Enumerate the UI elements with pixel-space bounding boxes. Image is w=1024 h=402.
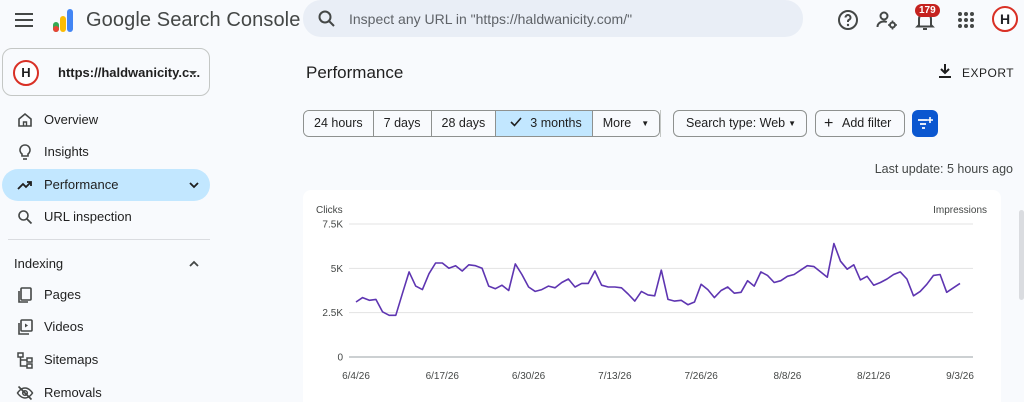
y-axis-label: Clicks <box>316 205 343 216</box>
video-icon <box>18 319 33 335</box>
plus-icon: + <box>824 115 834 132</box>
range-24-hours-button[interactable]: 24 hours <box>304 111 374 136</box>
range-more-button[interactable]: More ▼ <box>592 111 660 136</box>
y-tick-label: 2.5K <box>322 308 343 319</box>
sidebar-item-label: URL inspection <box>44 209 132 224</box>
user-settings-icon[interactable] <box>875 8 899 32</box>
x-tick-label: 7/13/26 <box>598 371 632 382</box>
filter-options-button[interactable] <box>912 110 938 137</box>
sidebar-item-label: Performance <box>44 177 119 192</box>
x-tick-label: 8/21/26 <box>857 371 891 382</box>
sidebar-item-insights[interactable]: Insights <box>2 136 210 168</box>
chevron-down-icon <box>189 182 199 189</box>
property-avatar: H <box>13 60 39 86</box>
x-tick-labels: 6/4/26 6/17/26 6/30/26 7/13/26 7/26/26 8/8/26… <box>342 371 974 382</box>
date-range-group: 24 hours 7 days 28 days 3 months More ▼ <box>303 110 661 137</box>
performance-chart: Clicks Impressions 0 2.5K 5K 7.5K 6/4/26 6/1… <box>316 205 987 382</box>
sidebar-divider <box>8 239 210 240</box>
chevron-up-icon <box>189 260 199 267</box>
y-tick-labels: 0 2.5K 5K 7.5K <box>322 220 343 364</box>
chart-series <box>355 242 961 317</box>
page-title: Performance <box>306 63 404 82</box>
scrollbar[interactable] <box>1019 210 1024 300</box>
search-type-dropdown[interactable]: Search type: Web ▼ <box>673 110 807 137</box>
sidebar-item-label: Videos <box>44 319 84 334</box>
range-7-days-button[interactable]: 7 days <box>373 111 432 136</box>
add-filter-button[interactable]: + Add filter <box>815 110 905 137</box>
y-tick-label: 5K <box>331 264 344 275</box>
eye-off-icon <box>16 385 34 401</box>
x-tick-label: 6/4/26 <box>342 371 370 382</box>
x-tick-label: 7/26/26 <box>684 371 718 382</box>
lightbulb-icon <box>19 144 31 160</box>
dropdown-caret-icon: ▼ <box>788 119 796 128</box>
url-inspect-input[interactable] <box>349 8 789 30</box>
download-icon <box>939 64 951 78</box>
sidebar-item-label: Overview <box>44 112 99 127</box>
dropdown-caret-icon <box>189 71 197 75</box>
app-title: Google Search Console <box>86 9 301 31</box>
search-console-logo-icon <box>50 6 78 34</box>
performance-chart-card: Clicks Impressions 0 2.5K 5K 7.5K 6/4/26 6/1… <box>303 190 1001 402</box>
x-tick-label: 9/3/26 <box>946 371 974 382</box>
y-tick-label: 0 <box>337 353 343 364</box>
apps-grid-icon[interactable] <box>954 8 978 32</box>
main-menu-icon[interactable] <box>12 8 36 32</box>
property-selector[interactable]: H https://haldwanicity.c... <box>2 48 210 96</box>
clicks-series-line[interactable] <box>355 242 961 317</box>
sidebar-item-sitemaps[interactable]: Sitemaps <box>2 344 210 376</box>
sidebar-item-removals[interactable]: Removals <box>2 377 210 402</box>
sidebar-item-label: Sitemaps <box>44 352 99 367</box>
sidebar-item-overview[interactable]: Overview <box>2 104 210 136</box>
sidebar-item-videos[interactable]: Videos <box>2 311 210 343</box>
home-icon <box>18 112 32 127</box>
chart-grid <box>349 223 973 358</box>
search-icon <box>318 10 335 27</box>
toolbar-separator <box>660 110 661 137</box>
x-tick-label: 6/30/26 <box>512 371 546 382</box>
filter-list-icon <box>918 117 933 129</box>
section-label: Indexing <box>14 256 64 271</box>
y2-axis-label: Impressions <box>933 205 987 216</box>
search-console-app: Google Search Console Inspect any URL in… <box>0 0 1024 402</box>
top-bar: Google Search Console Inspect any URL in… <box>0 0 1024 40</box>
property-name: https://haldwanicity.c... <box>58 65 201 80</box>
sidebar-item-pages[interactable]: Pages <box>2 279 210 311</box>
trending-up-icon <box>17 181 32 190</box>
sidebar-item-performance[interactable]: Performance <box>2 169 210 201</box>
last-update-text: Last update: 5 hours ago <box>874 162 1013 176</box>
sidebar-item-label: Pages <box>44 287 81 302</box>
y-tick-label: 7.5K <box>322 220 343 231</box>
range-28-days-button[interactable]: 28 days <box>431 111 497 136</box>
pages-icon <box>18 287 32 303</box>
export-button[interactable]: EXPORT <box>936 62 1016 82</box>
notification-count-badge: 179 <box>915 4 940 17</box>
help-icon[interactable] <box>836 8 860 32</box>
sitemap-icon <box>17 352 33 369</box>
sidebar-item-label: Removals <box>44 385 102 400</box>
account-avatar[interactable]: H <box>992 6 1018 32</box>
search-icon <box>18 210 33 225</box>
dropdown-caret-icon: ▼ <box>641 119 650 129</box>
sidebar-section-indexing[interactable]: Indexing <box>14 256 210 276</box>
x-tick-label: 8/8/26 <box>774 371 802 382</box>
check-icon <box>510 111 522 136</box>
sidebar-item-label: Insights <box>44 144 89 159</box>
sidebar-item-url-inspection[interactable]: URL inspection <box>2 201 210 233</box>
range-3-months-button[interactable]: 3 months <box>496 111 593 136</box>
export-label: EXPORT <box>962 66 1015 80</box>
x-tick-label: 6/17/26 <box>426 371 460 382</box>
url-inspect-search[interactable] <box>303 0 803 37</box>
